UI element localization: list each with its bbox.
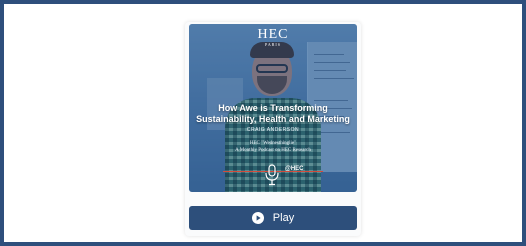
podcast-cover-image: HEC PARIS How Awe is Transforming Sustai… <box>189 24 357 192</box>
play-label: Play <box>272 212 295 224</box>
hec-logo: HEC PARIS <box>189 27 357 48</box>
episode-author: CRAIG ANDERSON <box>246 127 300 133</box>
logo-subtext: PARIS <box>265 42 281 47</box>
microphone-icon <box>265 164 279 186</box>
podcast-series: HEC "Wednesthinglie" A Monthly Podcast o… <box>189 140 357 154</box>
play-button[interactable]: Play <box>189 206 357 230</box>
embed-frame: HEC PARIS How Awe is Transforming Sustai… <box>0 0 526 246</box>
episode-title: How Awe is Transforming Sustainability, … <box>196 103 350 124</box>
hec-handle: @HEC <box>285 166 304 172</box>
logo-text: HEC <box>257 27 289 42</box>
play-circle-icon <box>251 212 264 224</box>
series-name: HEC "Wednesthinglie" <box>249 141 297 146</box>
podcast-card: HEC PARIS How Awe is Transforming Sustai… <box>185 22 361 236</box>
series-tagline: A Monthly Podcast on HEC Research <box>235 148 311 153</box>
